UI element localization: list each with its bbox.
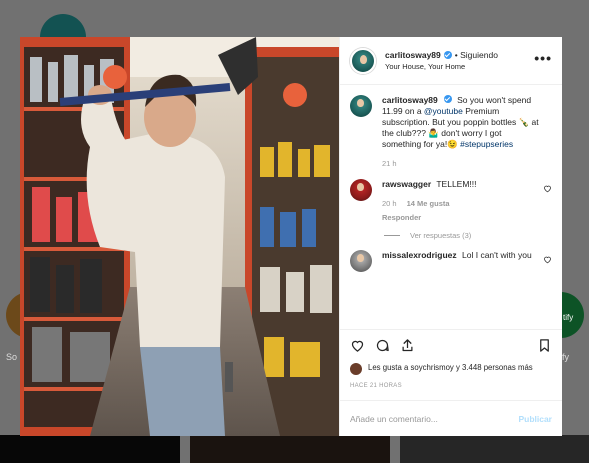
view-replies-label: Ver respuestas (3) (410, 231, 472, 240)
caption-avatar[interactable] (350, 95, 372, 117)
bookmark-icon[interactable] (537, 338, 552, 353)
comment-icon[interactable] (375, 338, 390, 353)
post-modal: carlitosway89 • Siguiendo Your House, Yo… (20, 37, 562, 436)
comment-text: TELLEM!!! (436, 179, 477, 189)
likes-summary: Les gusta a soychrismoy y 3.448 personas… (350, 362, 552, 375)
comment-item: rawswagger TELLEM!!! 20 h 14 Me gusta Re… (350, 179, 552, 223)
comment-username[interactable]: rawswagger (382, 179, 431, 189)
comment-time[interactable]: 20 h (382, 198, 397, 209)
background-circle-text: tify (563, 313, 574, 322)
share-icon[interactable] (400, 338, 415, 353)
comment-likes[interactable]: 14 Me gusta (407, 198, 450, 209)
verified-icon (443, 51, 452, 59)
heart-icon[interactable] (350, 338, 365, 353)
comment-item: missalexrodriguez Lol I can't with you (350, 250, 552, 272)
author-avatar[interactable] (350, 47, 376, 74)
location-link[interactable]: Your House, Your Home (385, 62, 498, 71)
post-timestamp[interactable]: HACE 21 HORAS (350, 383, 552, 389)
caption-mention[interactable]: @youtube (424, 106, 463, 116)
view-replies-button[interactable]: Ver respuestas (3) (384, 231, 552, 240)
commenter-avatar[interactable] (350, 179, 372, 201)
following-button[interactable]: Siguiendo (460, 50, 498, 60)
liker-avatar[interactable] (350, 363, 362, 375)
follow-separator: • (454, 50, 458, 60)
comments-list[interactable]: carlitosway89 So you won't spend 11.99 o… (340, 85, 562, 329)
comment-text: Lol I can't with you (462, 250, 532, 260)
caption-username[interactable]: carlitosway89 (382, 95, 438, 105)
post-actions: Les gusta a soychrismoy y 3.448 personas… (340, 329, 562, 389)
publish-button[interactable]: Publicar (518, 414, 552, 424)
comment-username[interactable]: missalexrodriguez (382, 250, 457, 260)
replies-divider (384, 235, 400, 236)
add-comment-input[interactable] (350, 413, 519, 424)
likes-text[interactable]: Les gusta a soychrismoy y 3.448 personas… (368, 362, 533, 373)
more-options-icon[interactable]: ••• (534, 51, 552, 65)
post-photo[interactable] (20, 37, 339, 436)
add-comment-bar: Publicar (340, 400, 562, 436)
caption-hashtag[interactable]: #stepupseries (460, 139, 513, 149)
commenter-avatar[interactable] (350, 250, 372, 272)
caption-time[interactable]: 21 h (382, 158, 397, 169)
comment-heart-icon[interactable] (543, 184, 552, 193)
caption: carlitosway89 So you won't spend 11.99 o… (350, 95, 552, 169)
reply-button[interactable]: Responder (382, 212, 421, 223)
post-side-panel: carlitosway89 • Siguiendo Your House, Yo… (339, 37, 562, 436)
post-header: carlitosway89 • Siguiendo Your House, Yo… (340, 37, 562, 85)
background-label-left: So (6, 352, 18, 362)
post-photo-illustration (20, 37, 339, 436)
comment-heart-icon[interactable] (543, 255, 552, 264)
background-label-right: fy (562, 352, 570, 362)
author-username[interactable]: carlitosway89 (385, 50, 441, 60)
verified-icon (443, 95, 452, 103)
